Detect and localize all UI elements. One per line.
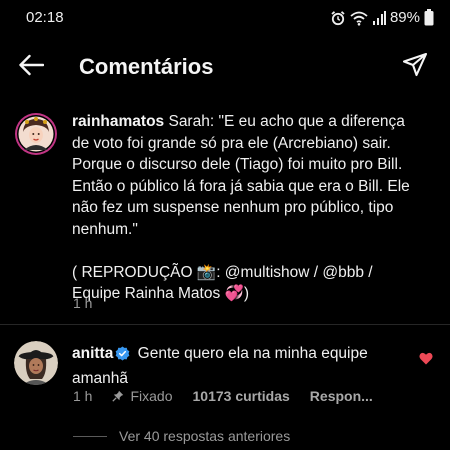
comment-avatar[interactable] <box>14 341 58 385</box>
reply-button[interactable]: Respon... <box>310 388 373 404</box>
caption-avatar[interactable] <box>14 112 58 156</box>
comment-meta: 1 h Fixado 10173 curtidas Respon... <box>73 388 393 404</box>
hearts-emoji-icon: 💞 <box>224 285 244 302</box>
comment-text: anitta Gente quero ela na minha equipe a… <box>72 343 402 389</box>
like-button[interactable] <box>419 352 433 370</box>
pin-icon <box>112 390 124 402</box>
battery-icon <box>424 9 434 26</box>
caption-meta: 1 h <box>73 295 112 311</box>
camera-emoji-icon: 📸 <box>196 263 217 281</box>
status-bar: 02:18 89% <box>0 0 450 36</box>
replies-line <box>73 435 107 437</box>
pinned-indicator: Fixado <box>112 388 173 404</box>
divider <box>0 324 450 325</box>
header: Comentários <box>0 44 450 90</box>
heart-filled-icon <box>419 352 433 369</box>
caption-credit-prefix: ( REPRODUÇÃO <box>72 263 197 281</box>
view-replies-button[interactable]: Ver 40 respostas anteriores <box>73 428 290 444</box>
arrow-left-icon <box>18 54 45 81</box>
caption-credit-suffix: ) <box>243 285 249 302</box>
share-button[interactable] <box>398 50 432 84</box>
wifi-icon <box>350 10 368 26</box>
status-icons: 89% <box>330 9 434 26</box>
comment-time: 1 h <box>73 388 93 404</box>
verified-badge-icon <box>115 346 130 368</box>
signal-icon <box>372 10 386 26</box>
caption-text: rainhamatos Sarah: "E eu acho que a dife… <box>72 111 422 305</box>
caption-time: 1 h <box>73 295 93 311</box>
status-time: 02:18 <box>26 9 64 26</box>
pinned-label: Fixado <box>130 388 173 404</box>
view-replies-label: Ver 40 respostas anteriores <box>119 428 291 444</box>
caption-body: Sarah: "E eu acho que a diferença de vot… <box>72 113 410 238</box>
comment-username[interactable]: anitta <box>72 345 113 362</box>
caption-username[interactable]: rainhamatos <box>72 113 164 130</box>
send-icon <box>402 52 428 83</box>
page-title: Comentários <box>79 54 214 79</box>
battery-text: 89% <box>389 9 420 26</box>
alarm-icon <box>330 10 346 26</box>
back-button[interactable] <box>14 50 48 84</box>
likes-count[interactable]: 10173 curtidas <box>193 388 290 404</box>
